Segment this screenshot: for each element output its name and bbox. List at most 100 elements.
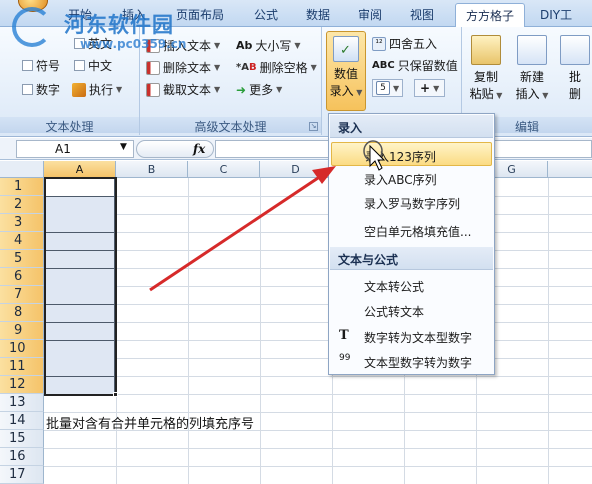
- group-label-advanced-text: 高级文本处理: [140, 117, 321, 134]
- select-all-corner[interactable]: [0, 161, 44, 178]
- chevron-down-icon[interactable]: ▼: [120, 142, 127, 152]
- office-logo-icon[interactable]: [18, 0, 48, 12]
- number-format-icon: 5: [376, 81, 390, 95]
- format-dropdown-button[interactable]: 5 ▼: [372, 79, 404, 97]
- number-entry-menu: 录入 录入123序列 录入ABC序列 录入罗马数字序列 空白单元格填充值... …: [328, 113, 495, 375]
- arrow-right-icon: ➜: [236, 82, 247, 97]
- batch-delete-button[interactable]: 批 删: [560, 35, 590, 102]
- grid-line: [44, 358, 592, 359]
- menu-section-entry: 录入: [330, 115, 493, 138]
- fx-icon: fx: [193, 142, 206, 156]
- tab-data[interactable]: 数据: [306, 6, 330, 23]
- menu-item-abc-sequence[interactable]: 录入ABC序列: [331, 166, 492, 190]
- menu-item-text-to-formula[interactable]: 文本转公式: [331, 273, 492, 297]
- column-header-a[interactable]: A: [44, 161, 116, 178]
- copy-paste-button[interactable]: 复制 粘贴 ▼: [468, 35, 504, 102]
- row-header[interactable]: 8: [0, 304, 44, 322]
- menu-item-number-to-text[interactable]: T 数字转为文本型数字: [331, 324, 492, 348]
- column-header-h[interactable]: [548, 161, 592, 178]
- tab-page-layout[interactable]: 页面布局: [176, 6, 224, 23]
- grid-line: [44, 232, 592, 233]
- grid-line: [44, 466, 592, 467]
- menu-section-text-formula: 文本与公式: [330, 247, 493, 270]
- row-header[interactable]: 13: [0, 394, 44, 412]
- menu-item-123-sequence[interactable]: 录入123序列: [331, 142, 492, 166]
- insert-function-button[interactable]: fx: [136, 140, 214, 158]
- row-header[interactable]: 11: [0, 358, 44, 376]
- menu-item-fill-blank[interactable]: 空白单元格填充值...: [331, 218, 492, 242]
- number-99-icon: 99: [339, 353, 351, 363]
- row-header[interactable]: 14: [0, 412, 44, 430]
- english-checkbox[interactable]: 英文: [74, 35, 112, 52]
- grid-line: [44, 394, 592, 395]
- chinese-checkbox[interactable]: 中文: [74, 57, 112, 74]
- row-header[interactable]: 4: [0, 232, 44, 250]
- row-header[interactable]: 16: [0, 448, 44, 466]
- more-button[interactable]: ➜ 更多 ▼: [236, 81, 282, 98]
- tab-diy[interactable]: DIY工: [540, 6, 572, 23]
- tab-view[interactable]: 视图: [410, 6, 434, 23]
- ribbon-body: 英文 符号 中文 数字 执行 ▼ 文本处理 插入文本 ▼ Ab 大小写 ▼ 删除文本 ▼: [0, 7, 592, 137]
- row-header[interactable]: 1: [0, 178, 44, 196]
- plus-icon: +: [420, 81, 431, 95]
- delete-text-icon: [146, 60, 160, 75]
- insert-text-icon: [146, 38, 160, 53]
- insert-sheet-icon: [517, 35, 547, 65]
- tab-review[interactable]: 审阅: [358, 6, 382, 23]
- keep-values-button[interactable]: ABC 只保留数值: [372, 57, 458, 74]
- round-button[interactable]: ¹² 四舍五入: [372, 35, 437, 52]
- tab-home[interactable]: 开始: [68, 6, 92, 23]
- grid-line: [548, 178, 549, 484]
- extract-text-button[interactable]: 截取文本 ▼: [146, 81, 220, 98]
- number-checkbox[interactable]: 数字: [22, 81, 60, 98]
- symbol-checkbox[interactable]: 符号: [22, 57, 60, 74]
- spreadsheet-grid: A B C D E F G 1 2 3 4 5 6 7 8 9 10 11 12…: [0, 161, 592, 484]
- new-insert-button[interactable]: 新建 插入 ▼: [510, 35, 554, 102]
- name-box[interactable]: A1: [16, 140, 134, 158]
- column-header-d[interactable]: D: [260, 161, 332, 178]
- tab-formulas[interactable]: 公式: [254, 6, 278, 23]
- insert-text-button[interactable]: 插入文本 ▼: [146, 37, 220, 54]
- group-label-text-processing: 文本处理: [0, 117, 139, 134]
- menu-item-formula-to-text[interactable]: 公式转文本: [331, 298, 492, 322]
- row-header[interactable]: 7: [0, 286, 44, 304]
- case-button[interactable]: Ab 大小写 ▼: [236, 37, 301, 54]
- column-header-c[interactable]: C: [188, 161, 260, 178]
- row-header[interactable]: 9: [0, 322, 44, 340]
- delete-space-icon: *AB: [236, 62, 257, 73]
- number-entry-icon: ✓: [333, 36, 359, 62]
- grid-line: [260, 178, 261, 484]
- grid-line: [44, 376, 592, 377]
- row-header[interactable]: 10: [0, 340, 44, 358]
- dialog-launcher-icon[interactable]: ↘: [309, 122, 318, 131]
- tab-insert[interactable]: 插入: [122, 6, 146, 23]
- checkbox-icon: [22, 84, 33, 95]
- abc-icon: ABC: [372, 60, 395, 71]
- fill-handle[interactable]: [113, 392, 118, 397]
- cell-a14[interactable]: 批量对含有合并单元格的列填充序号: [46, 413, 254, 432]
- row-header[interactable]: 5: [0, 250, 44, 268]
- column-header-b[interactable]: B: [116, 161, 188, 178]
- number-entry-button[interactable]: ✓ 数值 录入 ▼: [326, 31, 366, 111]
- execute-button[interactable]: 执行 ▼: [72, 81, 122, 98]
- tab-fangfanggezi[interactable]: 方方格子: [455, 3, 526, 28]
- group-text-processing: 英文 符号 中文 数字 执行 ▼ 文本处理: [0, 27, 140, 135]
- row-header[interactable]: 2: [0, 196, 44, 214]
- extract-text-icon: [146, 82, 160, 97]
- menu-item-text-to-number[interactable]: 99 文本型数字转为数字: [331, 349, 492, 373]
- batch-delete-icon: [560, 35, 590, 65]
- ribbon-tab-bar: 开始 插入 页面布局 公式 数据 审阅 视图 方方格子 DIY工: [0, 0, 592, 28]
- grid-line: [44, 268, 592, 269]
- execute-icon: [72, 82, 86, 97]
- row-header[interactable]: 3: [0, 214, 44, 232]
- delete-text-button[interactable]: 删除文本 ▼: [146, 59, 220, 76]
- row-header[interactable]: 12: [0, 376, 44, 394]
- checkbox-icon: [74, 60, 85, 71]
- row-header[interactable]: 15: [0, 430, 44, 448]
- menu-item-roman-sequence[interactable]: 录入罗马数字序列: [331, 190, 492, 214]
- plus-dropdown-button[interactable]: + ▼: [414, 79, 446, 97]
- row-header[interactable]: 17: [0, 466, 44, 484]
- delete-space-button[interactable]: *AB 删除空格 ▼: [236, 59, 317, 76]
- row-header[interactable]: 6: [0, 268, 44, 286]
- checkbox-icon: [22, 60, 33, 71]
